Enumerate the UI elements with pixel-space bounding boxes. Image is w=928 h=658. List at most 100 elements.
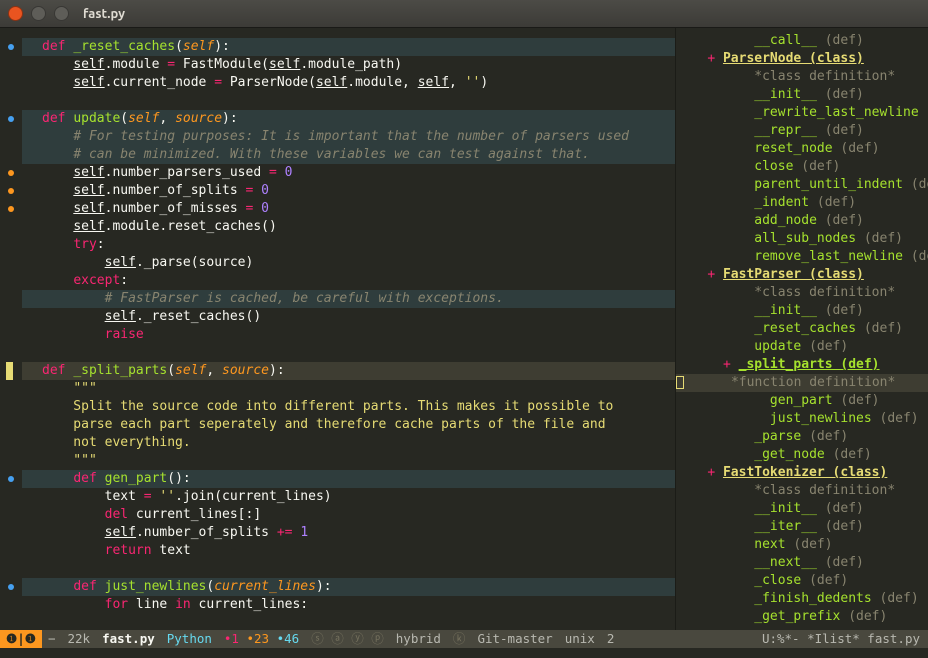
outline-item[interactable]: _reset_caches (def): [676, 320, 928, 338]
code-line[interactable]: def gen_part():: [22, 470, 675, 488]
outline-item[interactable]: reset_node (def): [676, 140, 928, 158]
code-line[interactable]: def _split_parts(self, source):: [22, 362, 675, 380]
status-k: ⓚ: [447, 630, 472, 648]
outline-item[interactable]: _get_node (def): [676, 446, 928, 464]
outline-item[interactable]: add_node (def): [676, 212, 928, 230]
code-line[interactable]: [22, 92, 675, 110]
outline-item[interactable]: _get_prefix (def): [676, 608, 928, 626]
outline-item[interactable]: __repr__ (def): [676, 122, 928, 140]
gutter-cursor-marker: [0, 362, 22, 380]
status-encoding: unix: [559, 630, 601, 648]
minibuffer[interactable]: [0, 648, 928, 658]
code-line[interactable]: text = ''.join(current_lines): [22, 488, 675, 506]
code-line[interactable]: for line in current_lines:: [22, 596, 675, 614]
gutter-mod-marker: [0, 182, 22, 200]
code-line[interactable]: [22, 560, 675, 578]
code-line[interactable]: self.number_of_splits = 0: [22, 182, 675, 200]
status-error-count: •1: [224, 631, 239, 646]
status-git: Git-master: [471, 630, 558, 648]
outline-item[interactable]: just_newlines (def): [676, 410, 928, 428]
outline-item[interactable]: _indent (def): [676, 194, 928, 212]
outline-item[interactable]: parent_until_indent (def): [676, 176, 928, 194]
status-right: U:%*- *Ilist* fast.py: [762, 630, 928, 648]
code-line[interactable]: return text: [22, 542, 675, 560]
window-title: fast.py: [83, 5, 125, 23]
editor-content: def _reset_caches(self): self.module = F…: [0, 28, 928, 630]
window-titlebar: fast.py: [0, 0, 928, 28]
outline-item[interactable]: __init__ (def): [676, 500, 928, 518]
status-percent: 2: [601, 630, 621, 648]
gutter-mod-marker: [0, 164, 22, 182]
status-vcs-dash: −: [42, 630, 62, 648]
code-line[interactable]: self.number_of_splits += 1: [22, 524, 675, 542]
code-line[interactable]: """: [22, 380, 675, 398]
code-line[interactable]: def just_newlines(current_lines):: [22, 578, 675, 596]
code-editor[interactable]: def _reset_caches(self): self.module = F…: [22, 28, 675, 630]
status-filesize: 22k: [61, 630, 96, 648]
outline-item[interactable]: __next__ (def): [676, 554, 928, 572]
code-line[interactable]: not everything.: [22, 434, 675, 452]
gutter-def-marker: [0, 38, 22, 56]
close-icon[interactable]: [8, 6, 23, 21]
outline-item[interactable]: __init__ (def): [676, 302, 928, 320]
code-line[interactable]: Split the source code into different par…: [22, 398, 675, 416]
outline-item[interactable]: _rewrite_last_newline (def): [676, 104, 928, 122]
outline-item[interactable]: + _split_parts (def): [676, 356, 928, 374]
code-line[interactable]: # For testing purposes: It is important …: [22, 128, 675, 146]
status-mode: Python: [161, 630, 218, 648]
code-line[interactable]: # FastParser is cached, be careful with …: [22, 290, 675, 308]
status-bar: ❶|❶ − 22k fast.py Python •1 •23 •46 ⓢ ⓐ …: [0, 630, 928, 648]
code-line[interactable]: except:: [22, 272, 675, 290]
outline-item[interactable]: *class definition*: [676, 284, 928, 302]
outline-item[interactable]: _finish_dedents (def): [676, 590, 928, 608]
outline-cursor-box: [676, 376, 684, 389]
outline-item[interactable]: all_sub_nodes (def): [676, 230, 928, 248]
outline-item[interactable]: *function definition*: [676, 374, 928, 392]
code-line[interactable]: self.number_of_misses = 0: [22, 200, 675, 218]
code-line[interactable]: [22, 344, 675, 362]
code-line[interactable]: parse each part seperately and therefore…: [22, 416, 675, 434]
outline-item[interactable]: next (def): [676, 536, 928, 554]
code-line[interactable]: """: [22, 452, 675, 470]
status-flags: ⓢ ⓐ ⓨ ⓟ: [305, 630, 390, 648]
code-line[interactable]: # can be minimized. With these variables…: [22, 146, 675, 164]
outline-item[interactable]: update (def): [676, 338, 928, 356]
outline-item[interactable]: __iter__ (def): [676, 518, 928, 536]
code-line[interactable]: def update(self, source):: [22, 110, 675, 128]
code-line[interactable]: self.module = FastModule(self.module_pat…: [22, 56, 675, 74]
status-info-count: •46: [277, 631, 300, 646]
outline-item[interactable]: __init__ (def): [676, 86, 928, 104]
code-line[interactable]: raise: [22, 326, 675, 344]
gutter-def-marker: [0, 578, 22, 596]
status-indicator: ❶|❶: [0, 630, 42, 648]
outline-item[interactable]: __call__ (def): [676, 32, 928, 50]
code-line[interactable]: def _reset_caches(self):: [22, 38, 675, 56]
gutter-def-marker: [0, 470, 22, 488]
code-line[interactable]: self.current_node = ParserNode(self.modu…: [22, 74, 675, 92]
outline-item[interactable]: + FastTokenizer (class): [676, 464, 928, 482]
status-hybrid: hybrid: [390, 630, 447, 648]
code-line[interactable]: try:: [22, 236, 675, 254]
outline-item[interactable]: gen_part (def): [676, 392, 928, 410]
minimize-icon[interactable]: [31, 6, 46, 21]
outline-panel[interactable]: __call__ (def) + ParserNode (class) *cla…: [676, 28, 928, 630]
code-line[interactable]: del current_lines[:]: [22, 506, 675, 524]
outline-item[interactable]: close (def): [676, 158, 928, 176]
code-line[interactable]: self._reset_caches(): [22, 308, 675, 326]
status-warning-count: •23: [247, 631, 270, 646]
status-filename: fast.py: [96, 630, 161, 648]
gutter-mod-marker: [0, 200, 22, 218]
gutter-def-marker: [0, 110, 22, 128]
outline-item[interactable]: *class definition*: [676, 68, 928, 86]
outline-item[interactable]: + ParserNode (class): [676, 50, 928, 68]
editor-gutter: [0, 28, 22, 630]
code-line[interactable]: self._parse(source): [22, 254, 675, 272]
outline-item[interactable]: _parse (def): [676, 428, 928, 446]
outline-item[interactable]: remove_last_newline (def): [676, 248, 928, 266]
outline-item[interactable]: + FastParser (class): [676, 266, 928, 284]
outline-item[interactable]: *class definition*: [676, 482, 928, 500]
code-line[interactable]: self.module.reset_caches(): [22, 218, 675, 236]
code-line[interactable]: self.number_parsers_used = 0: [22, 164, 675, 182]
maximize-icon[interactable]: [54, 6, 69, 21]
outline-item[interactable]: _close (def): [676, 572, 928, 590]
